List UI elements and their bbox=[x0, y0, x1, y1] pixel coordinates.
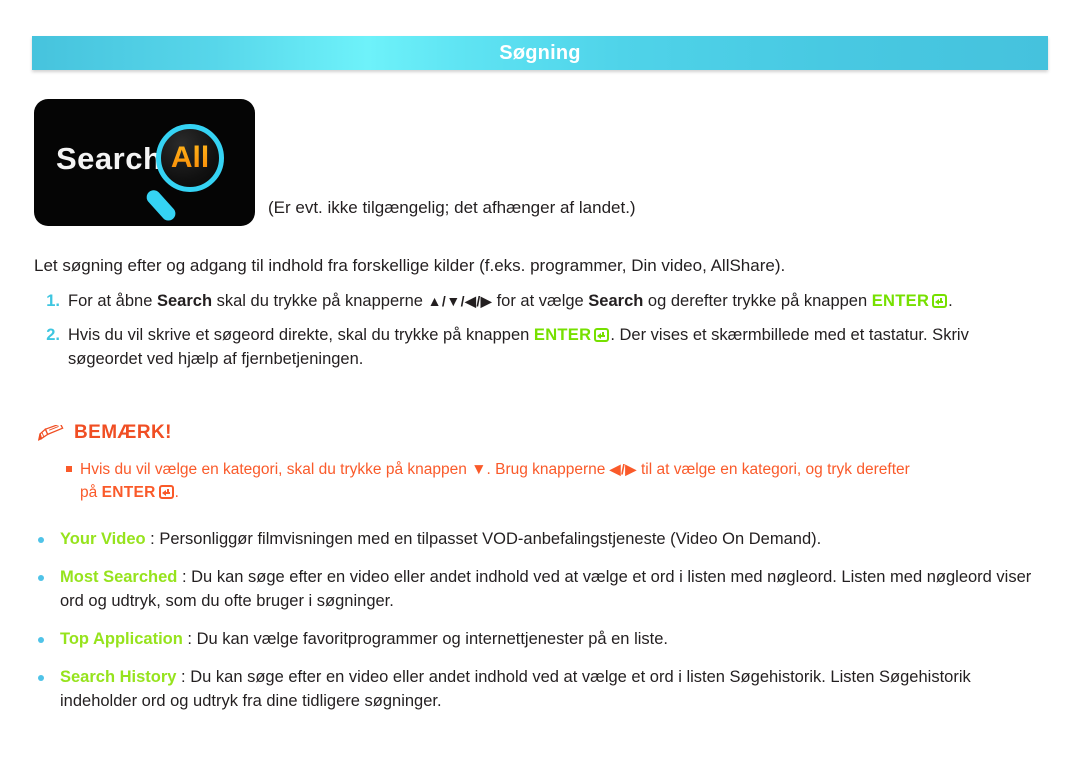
note-text-part3: til at vælge en kategori, og tryk dereft… bbox=[636, 461, 910, 478]
features-list: Your Video : Personliggør filmvisningen … bbox=[38, 528, 1044, 728]
enter-key-icon bbox=[158, 485, 174, 500]
feature-description: Du kan søge efter en video eller andet i… bbox=[60, 667, 971, 710]
step2-text-part1: Hvis du vil skrive et søgeord direkte, s… bbox=[68, 326, 534, 345]
feature-text: Search History : Du kan søge efter en vi… bbox=[60, 666, 1044, 714]
step-item-1: 1. For at åbne Search skal du trykke på … bbox=[34, 290, 1044, 313]
feature-name: Top Application bbox=[60, 629, 183, 648]
list-item: Your Video : Personliggør filmvisningen … bbox=[38, 528, 1044, 552]
magnifier-ring-icon: All bbox=[156, 124, 224, 192]
note-bullet-line2: på ENTER. bbox=[80, 481, 1042, 504]
step-number: 1. bbox=[46, 292, 60, 310]
steps-list: 1. For at åbne Search skal du trykke på … bbox=[34, 290, 1044, 382]
step1-enter-label: ENTER bbox=[871, 292, 930, 310]
manual-page: Søgning Search All (Er evt. ikke tilgæng… bbox=[0, 0, 1080, 761]
list-item: Most Searched : Du kan søge efter en vid… bbox=[38, 566, 1044, 614]
feature-description: Du kan vælge favoritprogrammer og intern… bbox=[196, 629, 668, 648]
magnifier-handle-icon bbox=[143, 187, 179, 224]
feature-separator: : bbox=[145, 530, 160, 548]
enter-key-icon bbox=[932, 294, 948, 308]
page-header-bar: Søgning bbox=[32, 36, 1048, 70]
step1-keyword-search-2: Search bbox=[588, 292, 644, 310]
note-text-part2: . Brug knapperne bbox=[486, 461, 610, 478]
feature-description: Personliggør filmvisningen med en tilpas… bbox=[159, 530, 822, 548]
feature-text: Your Video : Personliggør filmvisningen … bbox=[60, 528, 1044, 552]
feature-text: Top Application : Du kan vælge favoritpr… bbox=[60, 628, 1044, 652]
bullet-dot-icon bbox=[38, 666, 60, 681]
step-text: For at åbne Search skal du trykke på kna… bbox=[68, 290, 1044, 313]
step1-text-part5: . bbox=[948, 292, 953, 310]
pencil-icon bbox=[38, 424, 64, 441]
note-title: BEMÆRK! bbox=[74, 422, 172, 443]
feature-name: Search History bbox=[60, 667, 177, 686]
feature-name: Most Searched bbox=[60, 567, 178, 586]
arrow-down-icon: ▼ bbox=[471, 461, 487, 478]
intro-paragraph: Let søgning efter og adgang til indhold … bbox=[34, 256, 786, 275]
note-text-part1: Hvis du vil vælge en kategori, skal du t… bbox=[80, 461, 472, 478]
feature-name: Your Video bbox=[60, 530, 146, 548]
note-body: Hvis du vil vælge en kategori, skal du t… bbox=[66, 458, 1042, 505]
feature-separator: : bbox=[176, 667, 191, 686]
step-item-2: 2. Hvis du vil skrive et søgeord direkte… bbox=[34, 324, 1044, 371]
note-heading: BEMÆRK! bbox=[38, 423, 172, 442]
logo-word-search: Search bbox=[56, 141, 163, 176]
note-line2-suffix: . bbox=[174, 484, 179, 502]
bullet-dot-icon bbox=[38, 528, 60, 543]
feature-text: Most Searched : Du kan søge efter en vid… bbox=[60, 566, 1044, 614]
bullet-dot-icon bbox=[38, 628, 60, 643]
note-enter-label: ENTER bbox=[101, 484, 156, 502]
page-title: Søgning bbox=[499, 42, 581, 64]
feature-description: Du kan søge efter en video eller andet i… bbox=[60, 567, 1032, 610]
step2-enter-label: ENTER bbox=[533, 326, 592, 345]
arrows-left-right-icon: ◀/▶ bbox=[609, 461, 637, 477]
feature-separator: : bbox=[177, 567, 192, 586]
step1-keyword-search-1: Search bbox=[156, 292, 213, 310]
logo-word-all: All bbox=[161, 143, 219, 173]
enter-key-icon bbox=[594, 328, 610, 343]
note-bullet-line1: Hvis du vil vælge en kategori, skal du t… bbox=[66, 458, 1042, 481]
direction-arrows-icon: ▲/▼/◀/▶ bbox=[427, 293, 492, 309]
bullet-dot-icon bbox=[38, 566, 60, 581]
search-all-logo: Search All bbox=[34, 99, 255, 226]
note-line2-prefix: på bbox=[80, 484, 102, 502]
step1-text-part4: og derefter trykke på knappen bbox=[643, 292, 872, 310]
step1-text-part1: For at åbne bbox=[68, 292, 157, 310]
note-bullet-marker bbox=[66, 466, 72, 472]
availability-caption: (Er evt. ikke tilgængelig; det afhænger … bbox=[268, 198, 636, 217]
step1-text-part2: skal du trykke på knapperne bbox=[212, 292, 428, 310]
list-item: Top Application : Du kan vælge favoritpr… bbox=[38, 628, 1044, 652]
step-number: 2. bbox=[46, 326, 60, 345]
step-text: Hvis du vil skrive et søgeord direkte, s… bbox=[68, 324, 1044, 371]
list-item: Search History : Du kan søge efter en vi… bbox=[38, 666, 1044, 714]
feature-separator: : bbox=[182, 629, 197, 648]
step1-text-part3: for at vælge bbox=[492, 292, 589, 310]
